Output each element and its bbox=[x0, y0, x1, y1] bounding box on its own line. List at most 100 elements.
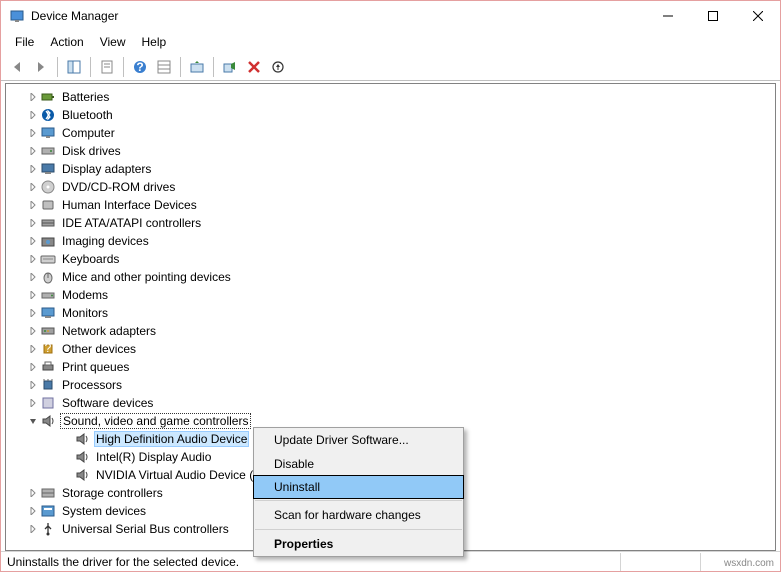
expander-icon[interactable] bbox=[26, 108, 40, 122]
close-button[interactable] bbox=[735, 1, 780, 31]
expander-icon[interactable] bbox=[26, 288, 40, 302]
tree-label: Bluetooth bbox=[60, 108, 115, 122]
tree-label: DVD/CD-ROM drives bbox=[60, 180, 177, 194]
menu-action[interactable]: Action bbox=[42, 33, 91, 51]
tree-category[interactable]: Imaging devices bbox=[8, 232, 773, 250]
monitor-icon bbox=[40, 305, 56, 321]
tree-category[interactable]: Display adapters bbox=[8, 160, 773, 178]
menubar: File Action View Help bbox=[1, 31, 780, 53]
expander-icon[interactable] bbox=[26, 270, 40, 284]
uninstall-button[interactable] bbox=[243, 56, 265, 78]
expander-icon[interactable] bbox=[26, 504, 40, 518]
tree-category[interactable]: Human Interface Devices bbox=[8, 196, 773, 214]
battery-icon bbox=[40, 89, 56, 105]
ctx-update-driver[interactable]: Update Driver Software... bbox=[254, 428, 463, 452]
software-icon bbox=[40, 395, 56, 411]
enable-button[interactable] bbox=[219, 56, 241, 78]
tree-label: Software devices bbox=[60, 396, 155, 410]
expander-icon[interactable] bbox=[26, 162, 40, 176]
tree-category[interactable]: DVD/CD-ROM drives bbox=[8, 178, 773, 196]
maximize-button[interactable] bbox=[690, 1, 735, 31]
imaging-icon bbox=[40, 233, 56, 249]
tree-category[interactable]: Processors bbox=[8, 376, 773, 394]
expander-icon[interactable] bbox=[26, 180, 40, 194]
help-button[interactable]: ? bbox=[129, 56, 151, 78]
ctx-properties[interactable]: Properties bbox=[254, 532, 463, 556]
window-title: Device Manager bbox=[31, 9, 645, 23]
tree-label: System devices bbox=[60, 504, 148, 518]
tree-label: Universal Serial Bus controllers bbox=[60, 522, 231, 536]
expander-icon[interactable] bbox=[60, 450, 74, 464]
context-menu: Update Driver Software... Disable Uninst… bbox=[253, 427, 464, 557]
disk-icon bbox=[40, 143, 56, 159]
expander-icon[interactable] bbox=[26, 522, 40, 536]
back-button[interactable] bbox=[6, 56, 28, 78]
usb-icon bbox=[40, 521, 56, 537]
svg-text:?: ? bbox=[45, 341, 52, 355]
tree-category[interactable]: Monitors bbox=[8, 304, 773, 322]
menu-view[interactable]: View bbox=[92, 33, 134, 51]
other-icon: ? bbox=[40, 341, 56, 357]
ctx-disable[interactable]: Disable bbox=[254, 452, 463, 476]
menu-file[interactable]: File bbox=[7, 33, 42, 51]
tree-label: Human Interface Devices bbox=[60, 198, 199, 212]
expander-icon[interactable] bbox=[26, 396, 40, 410]
tree-category[interactable]: Network adapters bbox=[8, 322, 773, 340]
tree-label: Intel(R) Display Audio bbox=[94, 450, 213, 464]
tree-category[interactable]: Software devices bbox=[8, 394, 773, 412]
expander-icon[interactable] bbox=[26, 360, 40, 374]
scan-hardware-button[interactable] bbox=[267, 56, 289, 78]
tree-category[interactable]: Keyboards bbox=[8, 250, 773, 268]
tree-category[interactable]: Modems bbox=[8, 286, 773, 304]
expander-icon[interactable] bbox=[60, 432, 74, 446]
tree-category[interactable]: Batteries bbox=[8, 88, 773, 106]
expander-icon[interactable] bbox=[26, 378, 40, 392]
expander-icon[interactable] bbox=[60, 468, 74, 482]
list-button[interactable] bbox=[153, 56, 175, 78]
properties-button[interactable] bbox=[96, 56, 118, 78]
expander-icon[interactable] bbox=[26, 342, 40, 356]
ctx-scan-hardware[interactable]: Scan for hardware changes bbox=[254, 503, 463, 527]
tree-category[interactable]: ? Other devices bbox=[8, 340, 773, 358]
expander-icon[interactable] bbox=[26, 414, 40, 428]
storage-icon bbox=[40, 485, 56, 501]
menu-help[interactable]: Help bbox=[134, 33, 175, 51]
ide-icon bbox=[40, 215, 56, 231]
svg-text:?: ? bbox=[136, 60, 143, 74]
expander-icon[interactable] bbox=[26, 486, 40, 500]
tree-category[interactable]: IDE ATA/ATAPI controllers bbox=[8, 214, 773, 232]
tree-label: Network adapters bbox=[60, 324, 158, 338]
expander-icon[interactable] bbox=[26, 324, 40, 338]
ctx-separator bbox=[255, 529, 462, 530]
keyboard-icon bbox=[40, 251, 56, 267]
ctx-uninstall[interactable]: Uninstall bbox=[253, 475, 464, 499]
minimize-button[interactable] bbox=[645, 1, 690, 31]
expander-icon[interactable] bbox=[26, 216, 40, 230]
expander-icon[interactable] bbox=[26, 198, 40, 212]
tree-label: Print queues bbox=[60, 360, 131, 374]
watermark: wsxdn.com bbox=[724, 558, 774, 569]
sound-icon bbox=[74, 431, 90, 447]
sound-icon bbox=[40, 413, 56, 429]
tree-category[interactable]: Computer bbox=[8, 124, 773, 142]
expander-icon[interactable] bbox=[26, 90, 40, 104]
expander-icon[interactable] bbox=[26, 252, 40, 266]
tree-category[interactable]: Mice and other pointing devices bbox=[8, 268, 773, 286]
tree-label: IDE ATA/ATAPI controllers bbox=[60, 216, 203, 230]
expander-icon[interactable] bbox=[26, 306, 40, 320]
toolbar: ? bbox=[1, 53, 780, 81]
tree-label: Other devices bbox=[60, 342, 138, 356]
expander-icon[interactable] bbox=[26, 144, 40, 158]
tree-category[interactable]: Bluetooth bbox=[8, 106, 773, 124]
tree-category[interactable]: Print queues bbox=[8, 358, 773, 376]
show-hide-button[interactable] bbox=[63, 56, 85, 78]
update-driver-button[interactable] bbox=[186, 56, 208, 78]
forward-button[interactable] bbox=[30, 56, 52, 78]
expander-icon[interactable] bbox=[26, 126, 40, 140]
tree-label: Modems bbox=[60, 288, 110, 302]
tree-category[interactable]: Disk drives bbox=[8, 142, 773, 160]
expander-icon[interactable] bbox=[26, 234, 40, 248]
sound-icon bbox=[74, 467, 90, 483]
tree-label: Monitors bbox=[60, 306, 110, 320]
display-icon bbox=[40, 161, 56, 177]
